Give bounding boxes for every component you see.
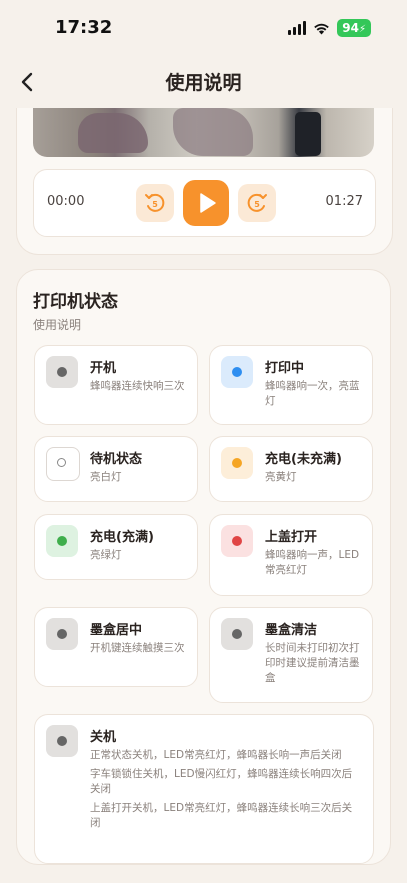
page-title: 使用说明 xyxy=(165,72,242,94)
battery-indicator: 94⚡ xyxy=(337,19,371,37)
status-item-power-off[interactable]: 关机 正常状态关机，LED常亮红灯，蜂鸣器长响一声后关闭 字车锁锁住关机，LED… xyxy=(34,714,374,864)
status-item-power-on[interactable]: 开机 蜂鸣器连续快响三次 xyxy=(34,345,198,425)
desc-line: 字车锁锁住关机，LED慢闪红灯，蜂鸣器连续长响四次后关闭 xyxy=(90,768,353,795)
desc-line: 上盖打开关机，LED常亮红灯，蜂鸣器连续长响三次后关闭 xyxy=(90,802,353,829)
desc-line: 长时间未打印初次打印时建议提前清洁墨盒 xyxy=(265,642,360,684)
status-item-charged[interactable]: 充电(充满) 亮绿灯 xyxy=(34,514,198,580)
status-item-title: 开机 xyxy=(90,361,117,376)
status-item-title: 充电(充满) xyxy=(90,530,154,545)
status-item-cartridge-clean[interactable]: 墨盒清洁 长时间未打印初次打印时建议提前清洁墨盒 xyxy=(209,607,373,703)
printer-status-card: 打印机状态 使用说明 开机 蜂鸣器连续快响三次 打印中 蜂鸣器响一次，亮蓝灯 待… xyxy=(16,269,391,865)
desc-line: 蜂鸣器响一声，LED常亮红灯 xyxy=(265,549,360,576)
status-item-title: 墨盒居中 xyxy=(90,623,143,638)
status-item-charging[interactable]: 充电(未充满) 亮黄灯 xyxy=(209,436,373,502)
status-time: 17:32 xyxy=(55,17,113,38)
play-button[interactable] xyxy=(183,180,229,226)
status-item-title: 上盖打开 xyxy=(265,530,318,545)
status-item-desc: 亮黄灯 xyxy=(265,470,364,485)
video-preview[interactable] xyxy=(33,108,374,157)
status-item-desc: 蜂鸣器响一次，亮蓝灯 xyxy=(265,379,364,409)
svg-text:5: 5 xyxy=(152,200,158,209)
section-title: 打印机状态 xyxy=(33,292,118,312)
status-icons: 94⚡ xyxy=(288,19,371,37)
desc-line: 亮绿灯 xyxy=(90,549,122,561)
play-icon xyxy=(200,193,216,213)
status-item-desc: 蜂鸣器响一声，LED常亮红灯 xyxy=(265,548,364,578)
status-light-icon xyxy=(46,525,78,557)
playback-controls: 00:00 5 5 01:27 xyxy=(33,169,376,237)
rewind-button[interactable]: 5 xyxy=(136,184,174,222)
desc-line: 亮白灯 xyxy=(90,471,122,483)
status-item-title: 待机状态 xyxy=(90,452,143,467)
desc-line: 正常状态关机，LED常亮红灯，蜂鸣器长响一声后关闭 xyxy=(90,749,342,761)
rewind-icon: 5 xyxy=(145,193,165,212)
status-light-icon xyxy=(46,356,78,388)
status-light-icon xyxy=(46,618,78,650)
status-item-desc: 正常状态关机，LED常亮红灯，蜂鸣器长响一声后关闭 字车锁锁住关机，LED慢闪红… xyxy=(90,748,359,831)
charging-bolt-icon: ⚡ xyxy=(358,24,366,35)
status-item-standby[interactable]: 待机状态 亮白灯 xyxy=(34,436,198,502)
video-player-card: 00:00 5 5 01:27 xyxy=(16,108,393,255)
svg-text:5: 5 xyxy=(254,200,260,209)
battery-level: 94 xyxy=(342,21,359,35)
status-light-icon xyxy=(221,525,253,557)
status-light-icon xyxy=(221,618,253,650)
status-item-title: 墨盒清洁 xyxy=(265,623,318,638)
status-item-title: 打印中 xyxy=(265,361,305,376)
wifi-icon xyxy=(314,23,330,34)
status-item-desc: 蜂鸣器连续快响三次 xyxy=(90,379,189,394)
duration-time: 01:27 xyxy=(325,194,363,209)
forward-button[interactable]: 5 xyxy=(238,184,276,222)
desc-line: 开机键连续触摸三次 xyxy=(90,642,185,654)
status-item-lid-open[interactable]: 上盖打开 蜂鸣器响一声，LED常亮红灯 xyxy=(209,514,373,596)
status-item-title: 关机 xyxy=(90,730,117,745)
status-light-icon xyxy=(46,447,80,481)
current-time: 00:00 xyxy=(47,194,85,209)
status-item-cartridge-center[interactable]: 墨盒居中 开机键连续触摸三次 xyxy=(34,607,198,687)
fast-forward-icon: 5 xyxy=(247,193,267,212)
desc-line: 蜂鸣器连续快响三次 xyxy=(90,380,185,392)
status-item-title: 充电(未充满) xyxy=(265,452,342,467)
desc-line: 蜂鸣器响一次，亮蓝灯 xyxy=(265,380,360,407)
status-item-desc: 长时间未打印初次打印时建议提前清洁墨盒 xyxy=(265,641,364,686)
status-light-icon xyxy=(46,725,78,757)
status-light-icon xyxy=(221,447,253,479)
status-item-desc: 开机键连续触摸三次 xyxy=(90,641,189,656)
section-subtitle: 使用说明 xyxy=(33,318,82,332)
status-item-printing[interactable]: 打印中 蜂鸣器响一次，亮蓝灯 xyxy=(209,345,373,425)
status-light-icon xyxy=(221,356,253,388)
status-bar: 17:32 94⚡ xyxy=(0,0,407,56)
status-item-desc: 亮绿灯 xyxy=(90,548,189,563)
nav-bar: 使用说明 xyxy=(0,56,407,108)
cellular-signal-icon xyxy=(288,21,307,35)
desc-line: 亮黄灯 xyxy=(265,471,297,483)
status-item-desc: 亮白灯 xyxy=(90,470,189,485)
